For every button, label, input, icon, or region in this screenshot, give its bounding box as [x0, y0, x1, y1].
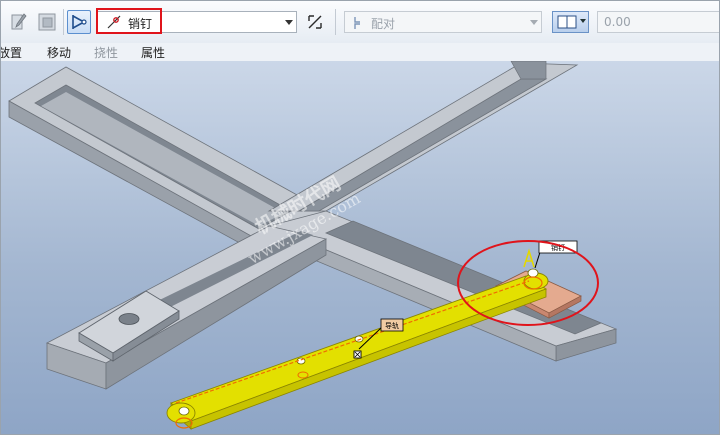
chevron-down-icon[interactable]: [285, 20, 293, 25]
toolbar-divider: [335, 9, 336, 35]
model-scene: 销钉 A 导轨 机械时代网 www.jxage.com: [8, 61, 618, 430]
chevron-down-icon[interactable]: [580, 19, 586, 23]
offset-input[interactable]: 0.00: [597, 11, 719, 33]
graphics-viewport[interactable]: 销钉 A 导轨 机械时代网 www.jxage.com: [1, 61, 719, 434]
offset-value: 0.00: [604, 15, 631, 29]
pin-connection-icon: [106, 14, 122, 33]
tab-placement[interactable]: 放置: [1, 44, 22, 61]
connection-type-select[interactable]: 销钉: [97, 11, 297, 33]
constraint-type-value: 配对: [371, 17, 396, 31]
flip-direction-icon[interactable]: [303, 10, 327, 34]
tab-move[interactable]: 移动: [47, 44, 71, 61]
assembly-window: 销钉 配对 0.00 放置 移动 挠性 属性 销钉 导轨 机械时代网 www.j…: [0, 0, 720, 435]
mechanism-connection-icon[interactable]: [67, 10, 91, 34]
constraint-type-select[interactable]: 配对: [344, 11, 542, 33]
tab-properties[interactable]: 属性: [141, 44, 165, 61]
toolbar-divider: [63, 9, 64, 35]
user-defined-connection-icon[interactable]: [7, 10, 31, 34]
tag-lower-label: 导轨: [385, 321, 399, 330]
dashboard-tabs: 放置 移动 挠性 属性: [1, 43, 719, 61]
component-window-icon[interactable]: [35, 10, 59, 34]
mate-icon: [352, 15, 368, 34]
chevron-down-icon[interactable]: [530, 20, 538, 25]
connection-type-value: 销钉: [128, 17, 153, 31]
split-window-icon: [557, 15, 577, 32]
constraint-dashboard-toolbar: 销钉 配对 0.00: [1, 1, 719, 44]
separate-window-toggle[interactable]: [552, 11, 589, 33]
tab-flexibility[interactable]: 挠性: [94, 44, 118, 61]
